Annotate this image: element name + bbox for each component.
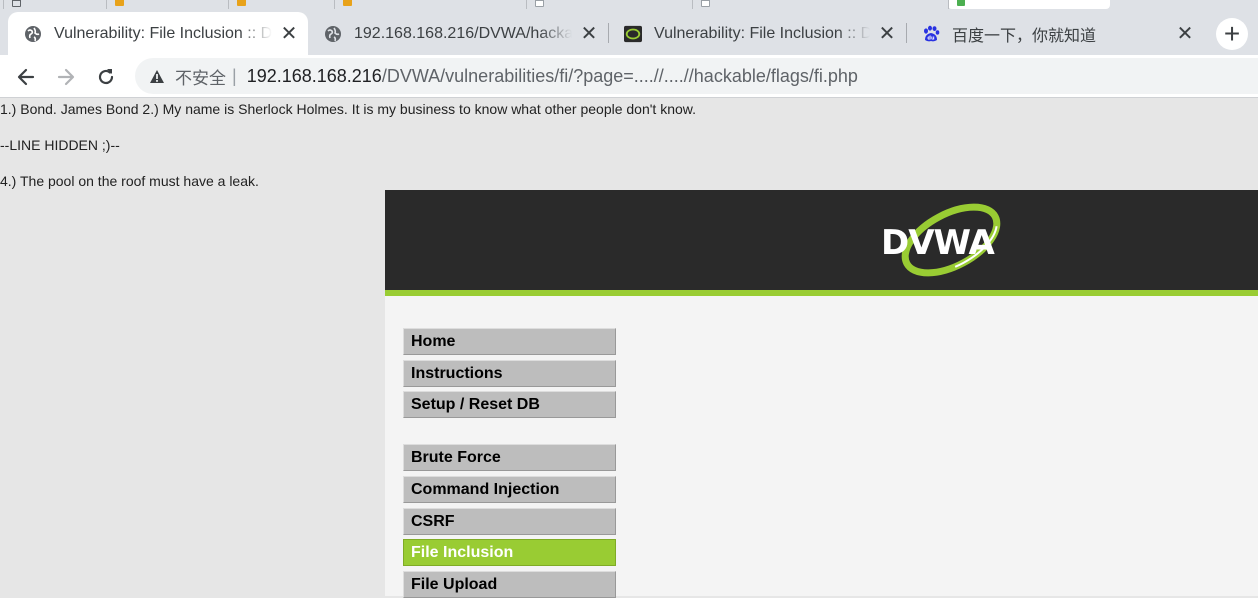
tab-strip: Vulnerability: File Inclusion :: DVWA ✕ … (0, 9, 1258, 55)
dvwa-logo: DVWA (881, 203, 1001, 277)
apps-bookmark-icon[interactable] (3, 0, 21, 9)
globe-icon (324, 25, 342, 43)
page-content: 1.) Bond. James Bond 2.) My name is Sher… (0, 98, 1258, 598)
close-icon[interactable]: ✕ (1176, 24, 1194, 44)
dvwa-icon (624, 25, 642, 43)
menu-item-brute-force[interactable]: Brute Force (403, 444, 616, 471)
menu-item-home[interactable]: Home (403, 328, 616, 355)
menu-item-setup-reset-db[interactable]: Setup / Reset DB (403, 391, 616, 418)
bookmark-folder-icon[interactable] (334, 0, 352, 9)
included-line-3: 4.) The pool on the roof must have a lea… (0, 173, 259, 189)
bookmark-folder-icon[interactable] (106, 0, 124, 9)
bookmark-folder-icon[interactable] (228, 0, 246, 9)
close-icon[interactable]: ✕ (878, 24, 896, 44)
new-tab-button[interactable]: + (1216, 18, 1248, 50)
url-host[interactable]: 192.168.168.216 (247, 66, 382, 87)
menu-item-file-upload[interactable]: File Upload (403, 571, 616, 598)
not-secure-warning-icon[interactable] (149, 69, 165, 84)
menu-item-file-inclusion[interactable]: File Inclusion (403, 539, 616, 566)
browser-toolbar: 不安全 | 192.168.168.216/DVWA/vulnerabiliti… (0, 55, 1258, 98)
tab-file-inclusion-2[interactable]: Vulnerability: File Inclusion :: DVWA ✕ (608, 12, 906, 55)
address-bar[interactable]: 不安全 | 192.168.168.216/DVWA/vulnerabiliti… (135, 58, 1258, 94)
bookmark-video-icon[interactable] (948, 0, 965, 9)
address-separator: | (232, 65, 237, 86)
tab-title: 192.168.168.216/DVWA/hackable/flags/fi.p… (354, 24, 572, 42)
included-line-2: --LINE HIDDEN ;)-- (0, 137, 120, 153)
bookmark-page-icon[interactable] (692, 0, 710, 9)
back-arrow-icon[interactable] (10, 61, 42, 93)
globe-icon (24, 25, 42, 43)
bookmark-page-icon[interactable] (526, 0, 544, 9)
menu-item-instructions[interactable]: Instructions (403, 360, 616, 387)
tab-baidu[interactable]: du 百度一下，你就知道 ✕ (906, 12, 1204, 55)
menu-item-command-injection[interactable]: Command Injection (403, 476, 616, 503)
url-path[interactable]: /DVWA/vulnerabilities/fi/?page=....//...… (382, 66, 858, 87)
close-icon[interactable]: ✕ (280, 24, 298, 44)
svg-text:DVWA: DVWA (881, 223, 996, 263)
tab-title: Vulnerability: File Inclusion :: DVWA (54, 24, 272, 42)
bookmarks-bar-remnant (0, 0, 1258, 9)
tab-flags-fi[interactable]: 192.168.168.216/DVWA/hackable/flags/fi.p… (308, 12, 608, 55)
reload-icon[interactable] (90, 61, 122, 93)
tab-title: 百度一下，你就知道 (952, 27, 1097, 45)
dvwa-container: DVWA Home Instructions Setup / Reset DB … (385, 190, 1258, 598)
dvwa-header: DVWA (385, 190, 1258, 296)
security-label[interactable]: 不安全 (175, 64, 226, 89)
tab-title: Vulnerability: File Inclusion :: DVWA (654, 24, 870, 42)
forward-arrow-icon[interactable] (50, 61, 82, 93)
close-icon[interactable]: ✕ (580, 24, 598, 44)
tab-file-inclusion-active[interactable]: Vulnerability: File Inclusion :: DVWA ✕ (8, 12, 308, 55)
included-line-1: 1.) Bond. James Bond 2.) My name is Sher… (0, 101, 697, 117)
svg-text:du: du (927, 35, 935, 41)
menu-item-csrf[interactable]: CSRF (403, 508, 616, 535)
bookmark-highlight (948, 0, 1110, 9)
baidu-paw-icon: du (922, 25, 940, 43)
